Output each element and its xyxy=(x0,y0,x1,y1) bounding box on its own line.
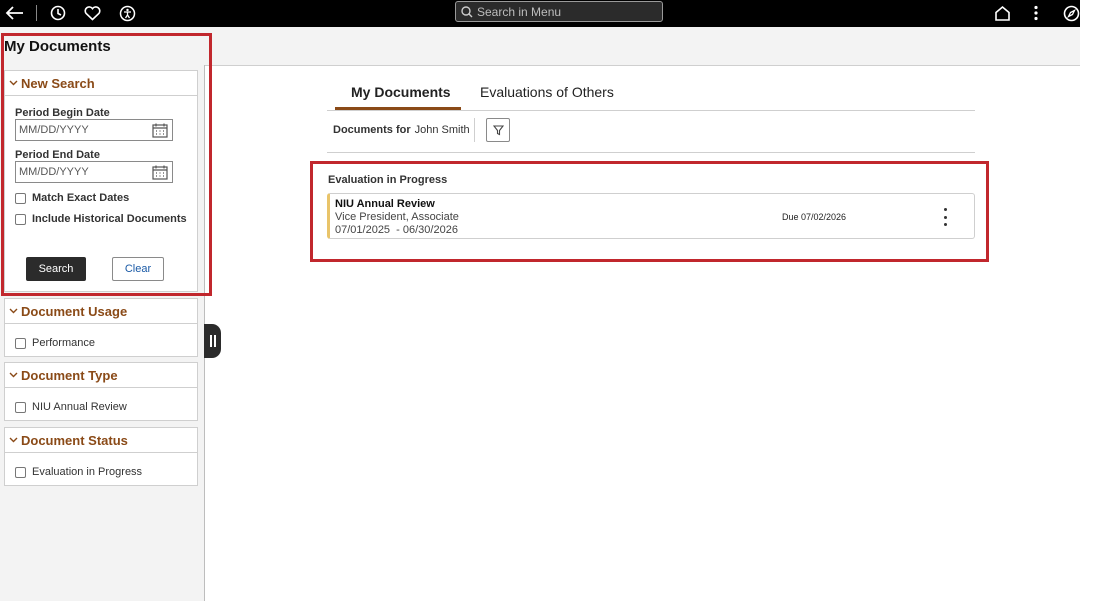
section-divider xyxy=(327,152,975,153)
home-icon[interactable] xyxy=(990,2,1014,24)
period-begin-input[interactable] xyxy=(19,124,149,136)
include-historical-label: Include Historical Documents xyxy=(32,213,187,225)
topbar-divider xyxy=(36,5,37,21)
calendar-icon[interactable] xyxy=(152,165,168,180)
include-historical-checkbox[interactable] xyxy=(15,213,26,225)
annual-review-row: NIU Annual Review xyxy=(15,401,127,413)
employee-name: John Smith xyxy=(414,124,470,136)
document-usage-header[interactable]: Document Usage xyxy=(5,299,197,324)
document-due-date: Due 07/02/2026 xyxy=(782,212,847,222)
new-search-group: New Search Period Begin Date Period End … xyxy=(4,70,198,292)
document-role: Vice President, Associate xyxy=(335,211,459,223)
chevron-down-icon xyxy=(9,80,18,86)
top-navigation-bar xyxy=(0,0,1080,27)
match-exact-dates-checkbox[interactable] xyxy=(15,192,26,204)
page-title: My Documents xyxy=(4,38,111,55)
period-end-label: Period End Date xyxy=(15,149,100,161)
search-icon xyxy=(461,5,473,17)
match-exact-dates-row: Match Exact Dates xyxy=(15,192,129,204)
document-period: 07/01/2025 - 06/30/2026 xyxy=(335,224,458,236)
document-type-header[interactable]: Document Type xyxy=(5,363,197,388)
documents-for-label: Documents for xyxy=(333,124,411,136)
calendar-icon[interactable] xyxy=(152,123,168,138)
document-status-header[interactable]: Document Status xyxy=(5,428,197,453)
back-arrow-icon[interactable] xyxy=(3,2,27,24)
chevron-down-icon xyxy=(9,437,18,443)
period-begin-field xyxy=(15,119,173,141)
document-status-group: Document Status Evaluation in Progress xyxy=(4,427,198,486)
document-status-title: Document Status xyxy=(21,432,128,448)
performance-row: Performance xyxy=(15,337,95,349)
document-usage-title: Document Usage xyxy=(21,303,128,319)
chevron-down-icon xyxy=(9,308,18,314)
tab-evaluations-of-others[interactable]: Evaluations of Others xyxy=(480,84,614,100)
document-type-group: Document Type NIU Annual Review xyxy=(4,362,198,421)
clear-button[interactable]: Clear xyxy=(112,257,164,281)
annual-review-label: NIU Annual Review xyxy=(32,401,127,413)
annual-review-checkbox[interactable] xyxy=(15,401,26,413)
evaluation-in-progress-row: Evaluation in Progress xyxy=(15,466,142,478)
tab-divider xyxy=(327,110,975,111)
menu-search-input[interactable] xyxy=(477,4,657,19)
performance-checkbox[interactable] xyxy=(15,337,26,349)
vertical-ellipsis-icon[interactable] xyxy=(938,208,952,226)
accessibility-icon[interactable] xyxy=(115,2,139,24)
heart-icon[interactable] xyxy=(80,2,104,24)
new-search-title: New Search xyxy=(21,75,95,91)
document-card[interactable]: NIU Annual Review Vice President, Associ… xyxy=(327,193,975,239)
vertical-ellipsis-icon[interactable] xyxy=(1024,2,1048,24)
document-usage-group: Document Usage Performance xyxy=(4,298,198,357)
evaluation-in-progress-checkbox[interactable] xyxy=(15,466,26,478)
documents-for: Documents for John Smith xyxy=(333,124,470,136)
document-type-title: Document Type xyxy=(21,367,118,383)
right-margin xyxy=(1080,0,1100,601)
clock-icon[interactable] xyxy=(46,2,70,24)
filter-icon xyxy=(492,124,504,135)
tab-my-documents[interactable]: My Documents xyxy=(351,84,451,100)
panel-collapse-handle[interactable] xyxy=(204,324,221,358)
toolbar-divider xyxy=(474,118,475,142)
period-end-input[interactable] xyxy=(19,166,149,178)
period-begin-label: Period Begin Date xyxy=(15,107,110,119)
filter-button[interactable] xyxy=(486,118,510,142)
include-historical-row: Include Historical Documents xyxy=(15,213,187,225)
document-title: NIU Annual Review xyxy=(335,198,435,210)
period-end-field xyxy=(15,161,173,183)
performance-label: Performance xyxy=(32,337,95,349)
evaluation-in-progress-label: Evaluation in Progress xyxy=(32,466,143,478)
menu-search-box[interactable] xyxy=(455,1,663,22)
page-header xyxy=(0,27,1080,66)
search-button[interactable]: Search xyxy=(26,257,86,281)
match-exact-dates-label: Match Exact Dates xyxy=(32,192,130,204)
new-search-header[interactable]: New Search xyxy=(5,71,197,96)
section-title: Evaluation in Progress xyxy=(328,174,448,186)
chevron-down-icon xyxy=(9,372,18,378)
